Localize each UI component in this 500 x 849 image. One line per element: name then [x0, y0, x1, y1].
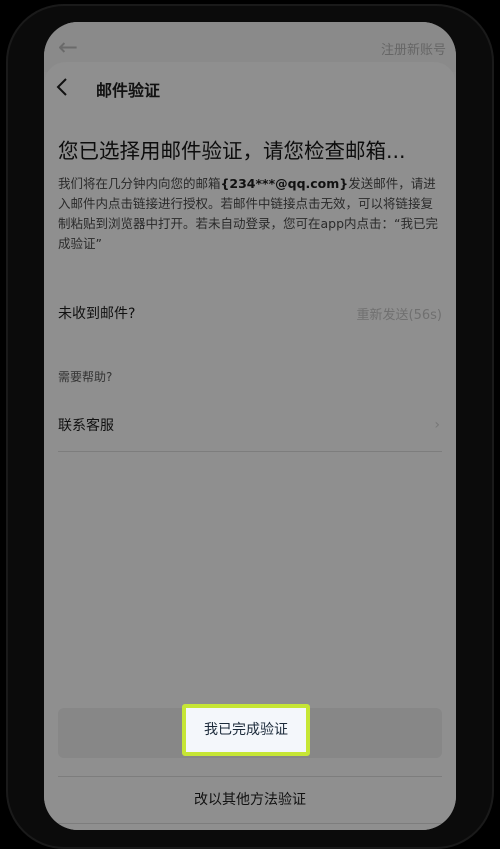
- email-verification-sheet: 邮件验证 您已选择用邮件验证，请您检查邮箱... 我们将在几分钟内向您的邮箱{2…: [44, 62, 456, 830]
- contact-support-label: 联系客服: [58, 418, 114, 434]
- register-new-account-link[interactable]: 注册新账号: [381, 39, 446, 58]
- masked-email: {234***@qq.com}: [220, 176, 349, 191]
- not-received-label: 未收到邮件?: [58, 306, 136, 322]
- instruction-text: 我们将在几分钟内向您的邮箱{234***@qq.com}发送邮件，请进入邮件内点…: [58, 174, 440, 254]
- chevron-right-icon: ›: [434, 417, 440, 433]
- arrow-left-icon: ←: [58, 33, 79, 61]
- sheet-header: 邮件验证: [44, 62, 456, 114]
- main-heading: 您已选择用邮件验证，请您检查邮箱...: [58, 139, 406, 163]
- divider: [58, 451, 442, 452]
- page-title: 邮件验证: [96, 81, 161, 100]
- chevron-left-icon: [56, 78, 67, 96]
- not-received-row: 未收到邮件? 重新发送(56s): [58, 303, 442, 323]
- help-label: 需要帮助?: [58, 370, 113, 384]
- back-button[interactable]: [56, 77, 76, 99]
- verification-done-button[interactable]: 我已完成验证: [182, 704, 310, 756]
- other-method-button[interactable]: 改以其他方法验证: [58, 776, 442, 824]
- resend-button[interactable]: 重新发送(56s): [357, 304, 442, 323]
- screen: ← 注册新账号 邮件验证 您已选择用邮件验证，请您检查邮箱... 我们将在几分钟…: [44, 22, 456, 830]
- contact-support-row[interactable]: 联系客服 ›: [58, 415, 442, 435]
- instruction-part-1: 我们将在几分钟内向您的邮箱: [58, 176, 221, 191]
- help-row: 需要帮助?: [58, 366, 442, 386]
